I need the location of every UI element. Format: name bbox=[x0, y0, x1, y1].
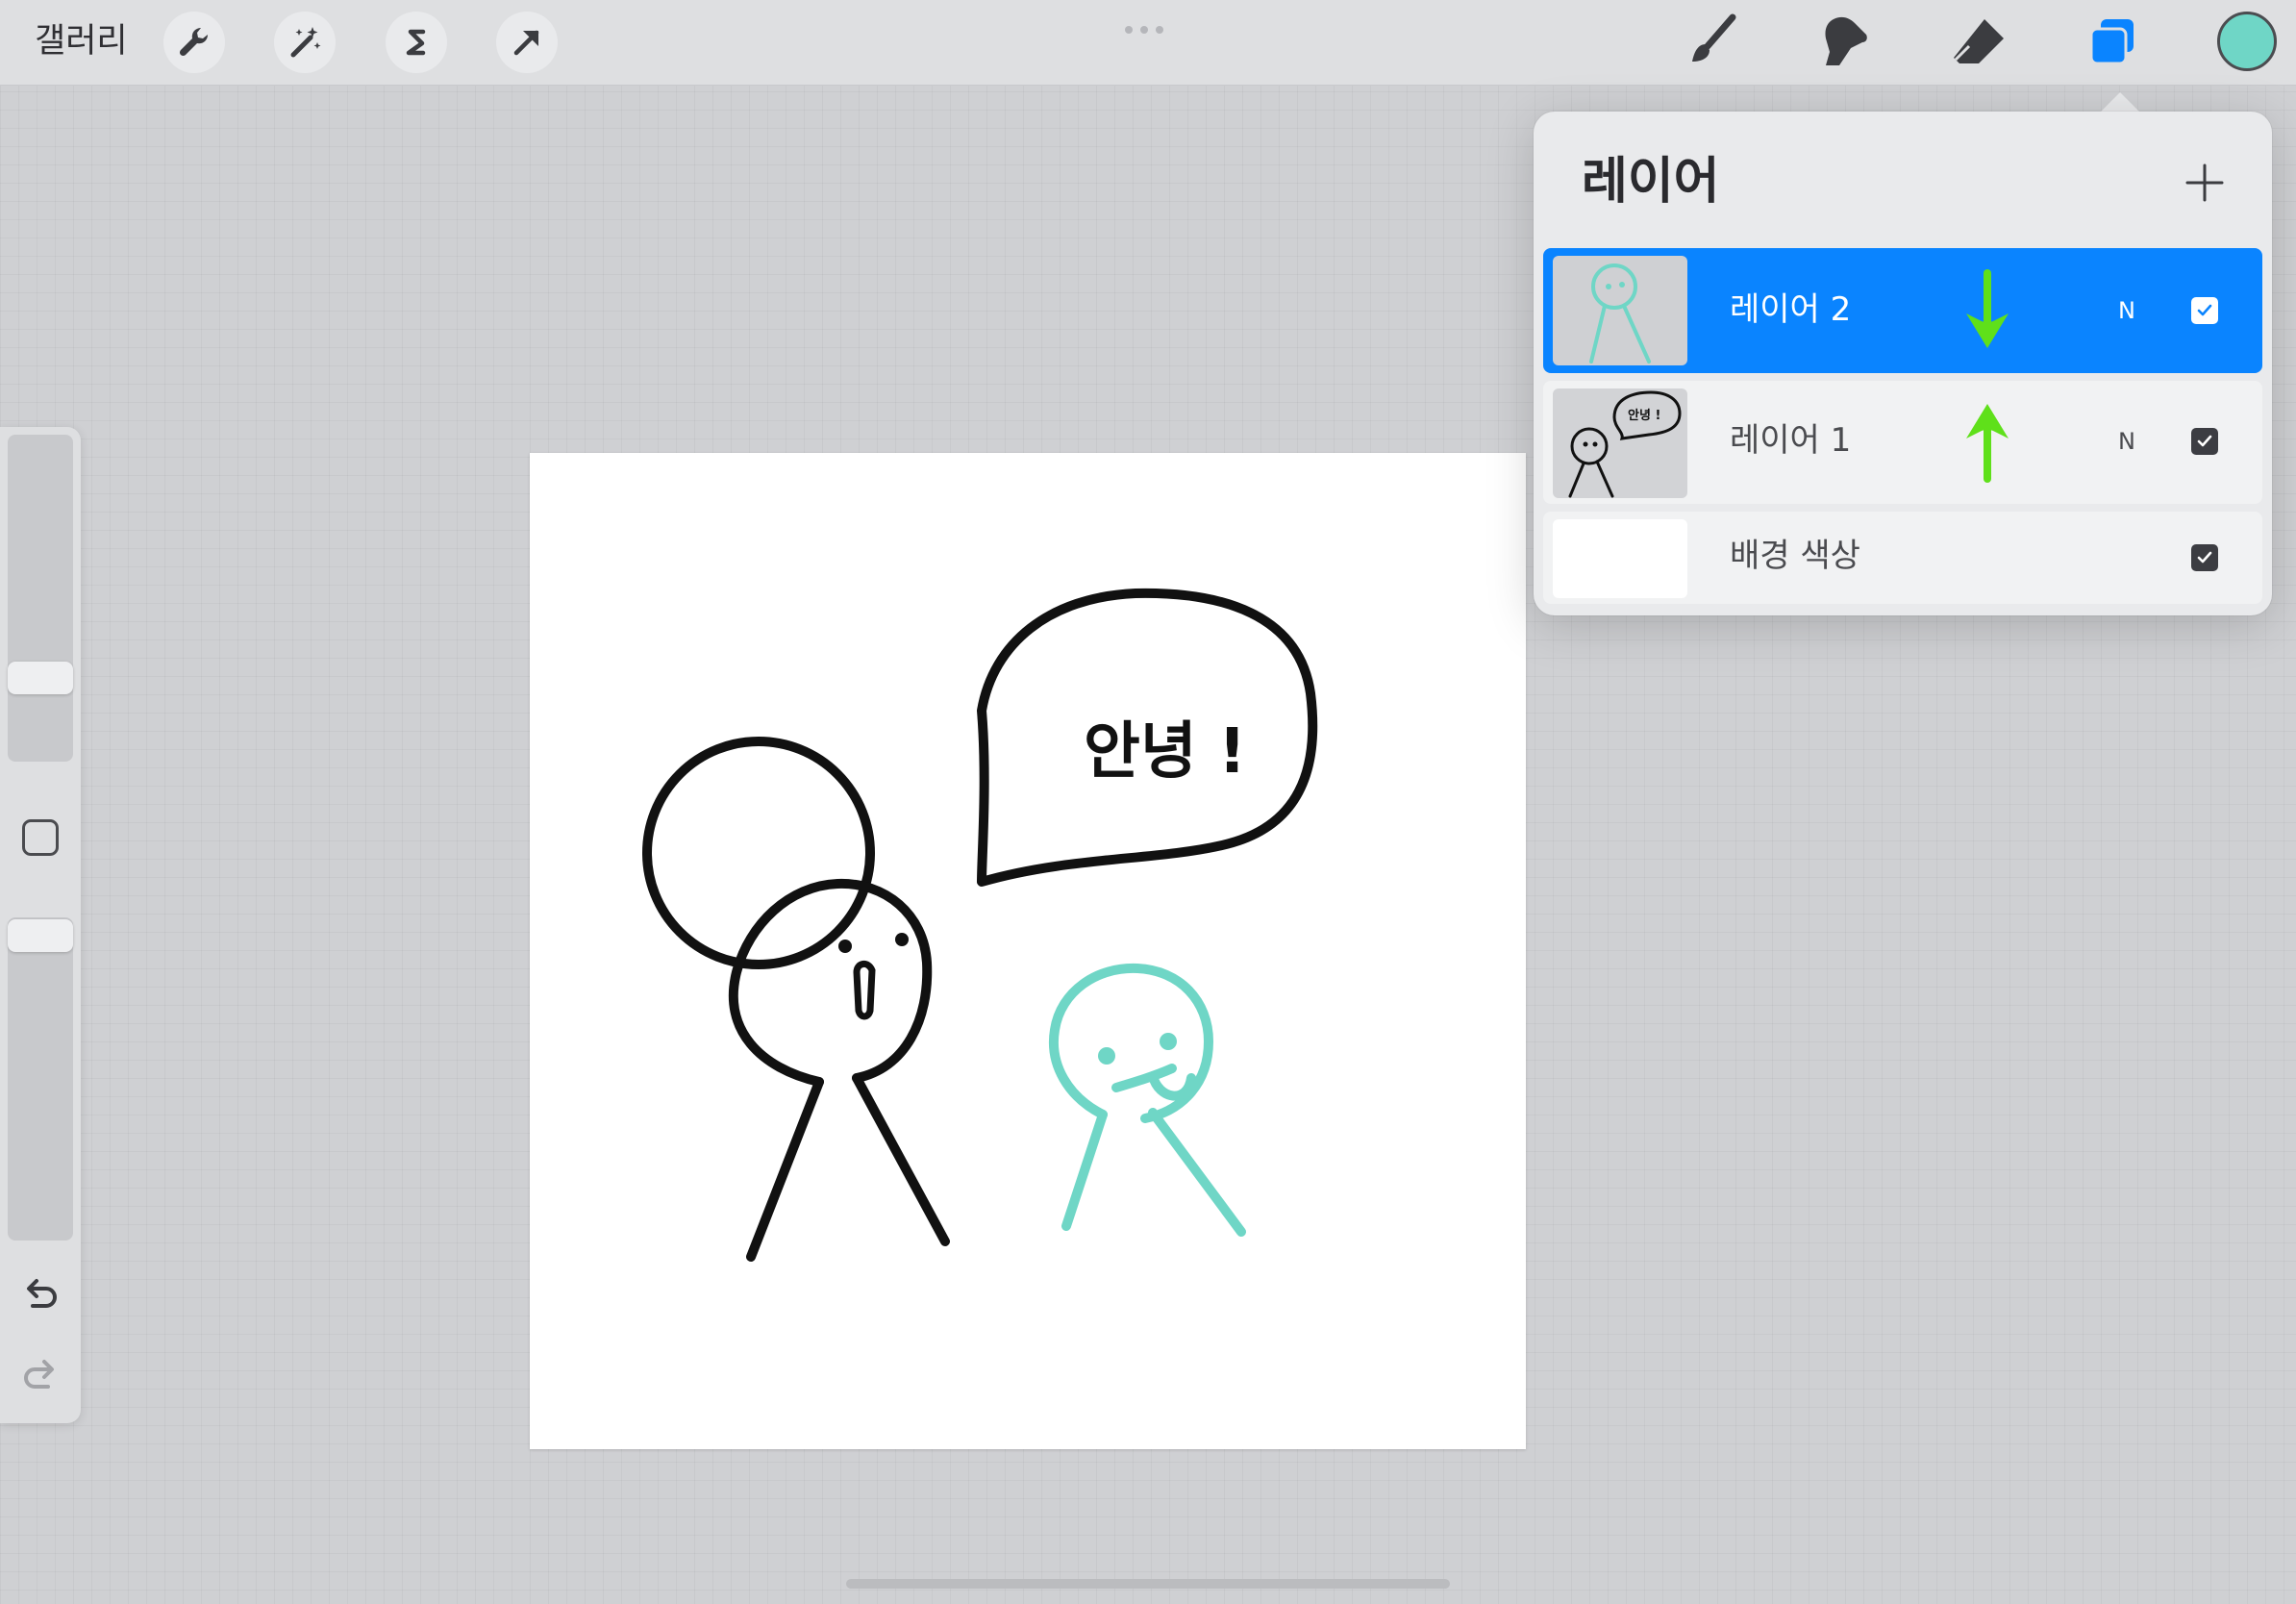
plus-icon[interactable] bbox=[2178, 156, 2232, 210]
black-figure-face-features bbox=[838, 933, 909, 1020]
toolbar-grabber[interactable] bbox=[1125, 19, 1171, 34]
arrow-down-icon bbox=[1966, 269, 2009, 348]
background-color-thumbnail bbox=[1553, 519, 1687, 598]
layer-name: 배경 색상 bbox=[1730, 537, 1860, 575]
gallery-button[interactable]: 갤러리 bbox=[35, 19, 128, 63]
blend-mode-button[interactable]: N bbox=[2118, 427, 2135, 456]
redo-icon[interactable] bbox=[17, 1352, 63, 1398]
blend-mode-button[interactable]: N bbox=[2118, 296, 2135, 325]
checkmark-icon bbox=[2197, 551, 2212, 564]
modify-button[interactable] bbox=[22, 819, 59, 856]
teal-figure bbox=[1049, 963, 1246, 1237]
color-picker-button[interactable] bbox=[2217, 12, 2277, 71]
layer-thumbnail: 안녕 ! bbox=[1553, 388, 1687, 498]
layer-thumbnail bbox=[1553, 256, 1687, 365]
layer-visibility-checkbox[interactable] bbox=[2191, 544, 2218, 571]
left-sidebar bbox=[0, 427, 81, 1423]
selection-button[interactable] bbox=[386, 12, 447, 73]
transform-arrow-icon bbox=[513, 30, 539, 56]
layer-visibility-checkbox[interactable] bbox=[2191, 428, 2218, 455]
layers-panel-title: 레이어 bbox=[1582, 153, 1720, 211]
checkmark-icon bbox=[2197, 304, 2212, 316]
brush-icon[interactable] bbox=[1679, 10, 1744, 75]
layer-name: 레이어 2 bbox=[1730, 290, 1852, 329]
actions-button[interactable] bbox=[163, 12, 225, 73]
layer-visibility-checkbox[interactable] bbox=[2191, 297, 2218, 324]
layer-row-background-color[interactable]: 배경 색상 bbox=[1543, 512, 2262, 604]
black-figure-outline bbox=[728, 878, 950, 1262]
eraser-icon[interactable] bbox=[1946, 10, 2011, 75]
brush-size-slider-thumb[interactable] bbox=[8, 662, 73, 694]
teal-figure-eyes bbox=[1098, 1033, 1177, 1065]
thumb-speech-text: 안녕 ! bbox=[1628, 408, 1660, 423]
wrench-icon bbox=[179, 27, 209, 57]
drawing-canvas[interactable]: 안녕 ! bbox=[530, 453, 1526, 1449]
smudge-icon[interactable] bbox=[1812, 10, 1878, 75]
layer-row-layer-2[interactable]: 레이어 2 N bbox=[1543, 248, 2262, 373]
black-figure bbox=[642, 737, 875, 969]
opacity-slider-thumb[interactable] bbox=[8, 919, 73, 952]
brush-size-slider[interactable] bbox=[8, 435, 73, 762]
undo-icon[interactable] bbox=[17, 1271, 63, 1317]
layers-icon[interactable] bbox=[2080, 10, 2145, 75]
checkmark-icon bbox=[2197, 435, 2212, 447]
layer-row-layer-1[interactable]: 안녕 ! 레이어 1 N bbox=[1543, 381, 2262, 504]
home-indicator[interactable] bbox=[846, 1579, 1450, 1589]
layer-name: 레이어 1 bbox=[1730, 421, 1852, 460]
layers-panel-pointer bbox=[2099, 92, 2141, 113]
selection-s-icon bbox=[406, 29, 426, 56]
artwork: 안녕 ! bbox=[642, 588, 1318, 1262]
top-toolbar: 갤러리 bbox=[0, 0, 2296, 86]
speech-text: 안녕 ! bbox=[1084, 716, 1246, 788]
adjustments-button[interactable] bbox=[274, 12, 336, 73]
magic-wand-icon bbox=[290, 27, 321, 58]
arrow-up-icon bbox=[1966, 404, 2009, 483]
layers-panel: 레이어 레이어 2 N 안녕 ! 레이어 1 N 배경 색상 bbox=[1534, 112, 2272, 615]
opacity-slider[interactable] bbox=[8, 917, 73, 1241]
transform-button[interactable] bbox=[496, 12, 558, 73]
